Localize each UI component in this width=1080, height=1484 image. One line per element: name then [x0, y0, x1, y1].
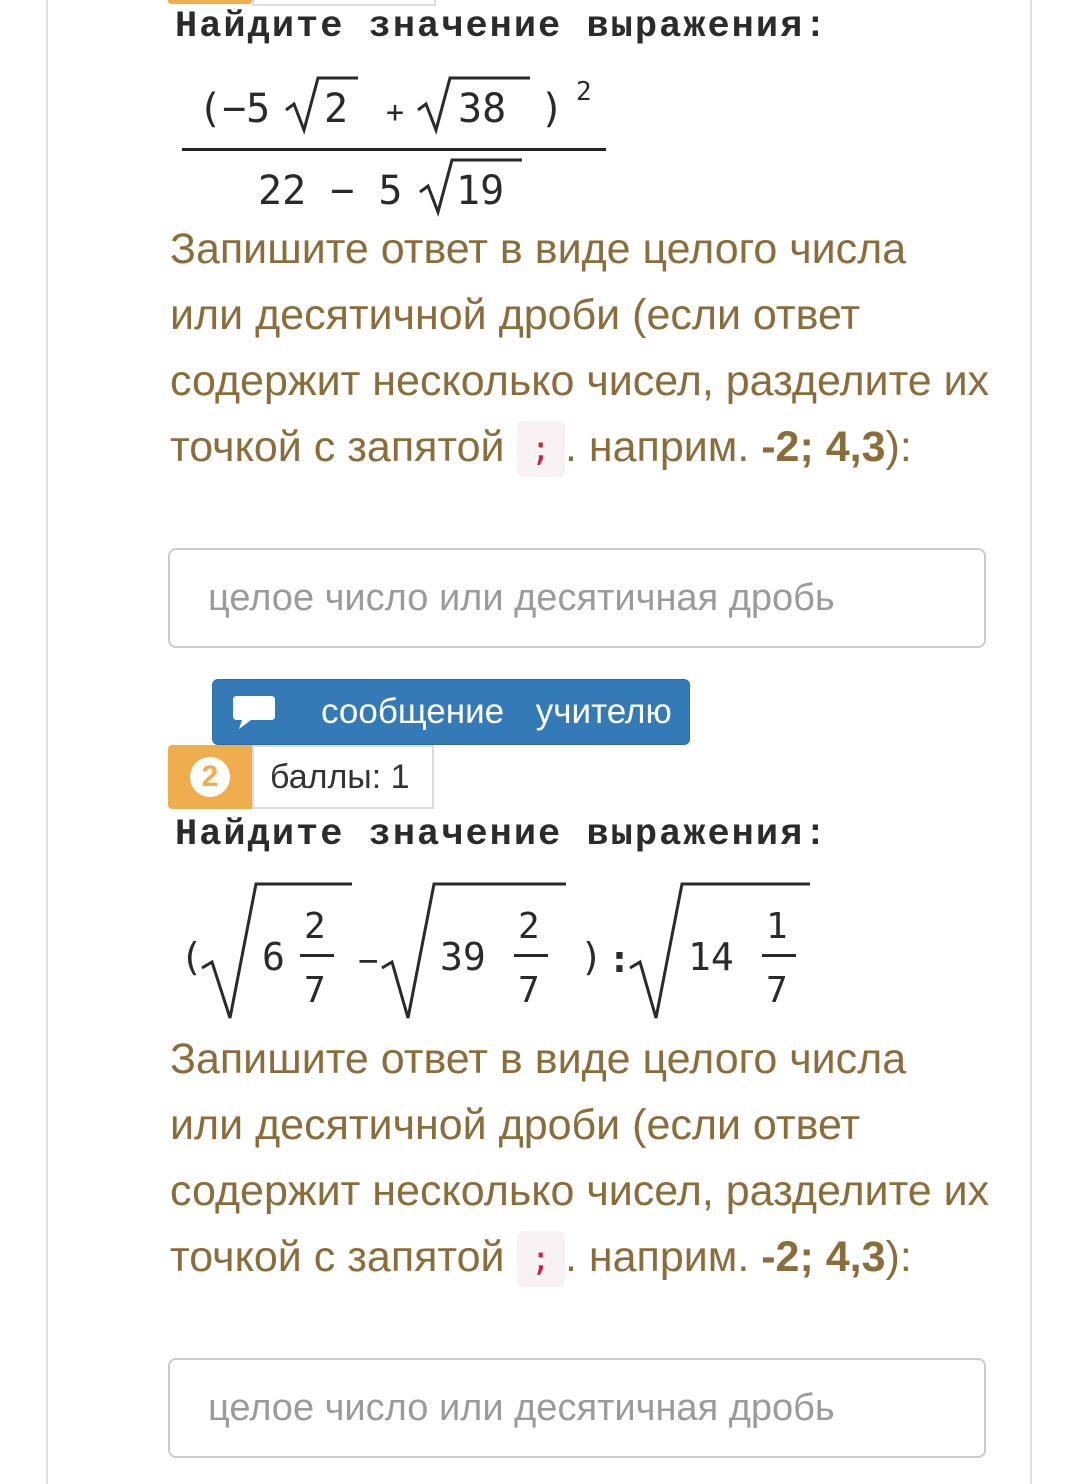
question-1-instruction: Запишите ответ в виде целого числа или д… — [170, 216, 990, 480]
instruction-text-3: ): — [885, 423, 912, 471]
expression-1-denominator: 22 − 5 19 — [258, 158, 522, 217]
question-2-score: баллы: 1 — [252, 745, 434, 809]
message-teacher-label: сообщение учителю — [321, 692, 672, 731]
example-answer: -2; 4,3 — [761, 423, 886, 471]
numerator-radicand-1: 2 — [324, 86, 348, 132]
instruction-text-2: . наприм. — [564, 423, 762, 471]
expr2-term3-whole: 14 — [688, 935, 734, 979]
expr2-minus: − — [358, 941, 378, 981]
question-1-answer-input[interactable] — [168, 548, 986, 648]
question-2-instruction: Запишите ответ в виде целого числа или д… — [170, 1026, 990, 1290]
expression-1-numerator: (−5 2 + 38 ) 2 — [198, 76, 592, 135]
fraction-bar — [182, 148, 606, 151]
denominator-text: 22 − 5 — [258, 168, 403, 214]
previous-question-badge — [168, 0, 252, 4]
expr2-term2-denominator: 7 — [518, 970, 540, 1011]
example-answer: -2; 4,3 — [761, 1233, 886, 1281]
question-2-number-badge: 2 — [168, 745, 252, 809]
numerator-exponent: 2 — [576, 77, 592, 107]
separator-code: ; — [516, 1231, 565, 1287]
question-number: 2 — [190, 757, 230, 797]
expr2-close-paren: ) — [580, 935, 603, 979]
page-left-border — [46, 0, 48, 1484]
instruction-text-3: ): — [885, 1233, 912, 1281]
question-2-answer-input[interactable] — [168, 1358, 986, 1458]
chat-bubble-icon — [231, 692, 279, 732]
separator-code: ; — [516, 421, 565, 477]
denominator-radicand: 19 — [456, 168, 504, 214]
expr2-term1-whole: 6 — [262, 935, 285, 979]
expr2-term2-whole: 39 — [440, 935, 486, 979]
question-2-prompt: Найдите значение выражения: — [175, 814, 829, 856]
page-right-border — [1030, 0, 1032, 1484]
expr2-term3-numerator: 1 — [766, 906, 788, 947]
expr2-colon: : — [608, 937, 631, 981]
expr2-open-paren: ( — [180, 935, 203, 979]
numerator-close: ) — [540, 86, 564, 132]
expr2-term2-numerator: 2 — [518, 906, 540, 947]
instruction-text-2: . наприм. — [564, 1233, 762, 1281]
question-1-prompt: Найдите значение выражения: — [175, 6, 829, 48]
numerator-radicand-2: 38 — [458, 86, 506, 132]
message-teacher-button[interactable]: сообщение учителю — [212, 679, 690, 745]
question-2-expression: ( 6 2 7 − 39 2 7 ) : 14 1 7 — [180, 882, 810, 1019]
expr2-term3-denominator: 7 — [766, 970, 788, 1011]
numerator-plus: + — [386, 95, 404, 130]
numerator-open: (−5 — [198, 86, 270, 132]
expr2-term1-denominator: 7 — [304, 970, 326, 1011]
expr2-term1-numerator: 2 — [304, 906, 326, 947]
